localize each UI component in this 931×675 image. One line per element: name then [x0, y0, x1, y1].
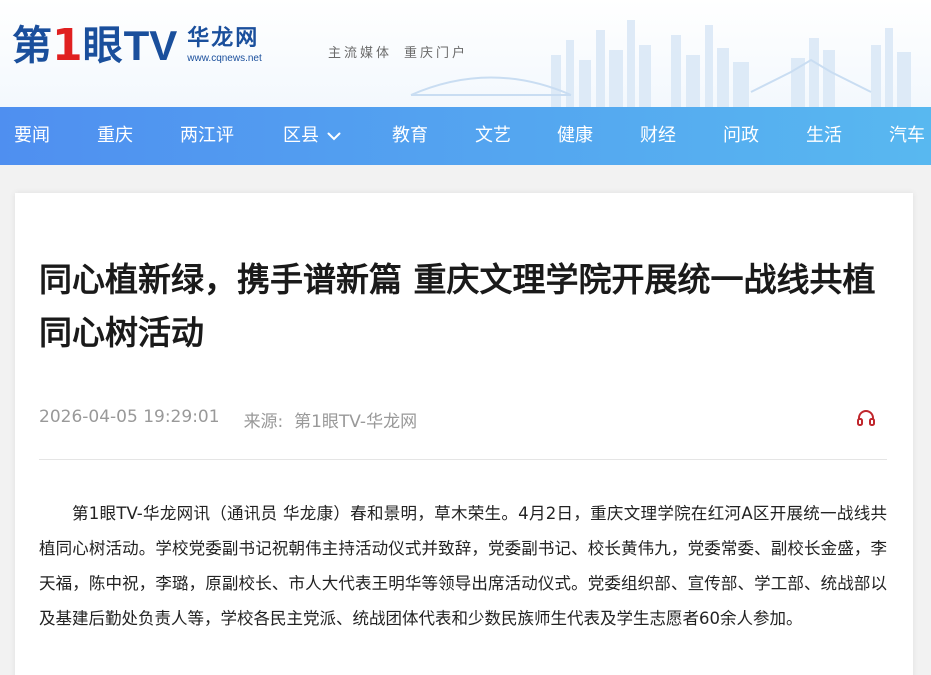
- site-name: 华龙网: [187, 26, 260, 51]
- site-slogan: 主流媒体 重庆门户: [328, 42, 468, 61]
- nav-item-quxian[interactable]: 区县: [283, 107, 341, 165]
- nav-item-label: 生活: [806, 125, 842, 146]
- nav-item-label: 重庆: [97, 125, 133, 146]
- headphones-icon[interactable]: [856, 408, 876, 428]
- nav-item-shenghuo[interactable]: 生活: [806, 107, 842, 165]
- nav-item-label: 两江评: [180, 125, 234, 146]
- nav-item-label: 问政: [723, 125, 759, 146]
- brand-prefix: 第: [12, 23, 52, 69]
- slogan-part: 主流媒体: [328, 46, 393, 61]
- article-title: 同心植新绿，携手谱新篇 重庆文理学院开展统一战线共植同心树活动: [39, 260, 876, 352]
- nav-item-label: 教育: [392, 125, 428, 146]
- nav-item-chongqing[interactable]: 重庆: [97, 107, 133, 165]
- nav-item-qiche[interactable]: 汽车: [889, 107, 925, 165]
- nav-item-yaowen[interactable]: 要闻: [14, 107, 50, 165]
- nav-item-caijing[interactable]: 财经: [640, 107, 676, 165]
- nav-item-label: 要闻: [14, 125, 50, 146]
- nav-item-jiankang[interactable]: 健康: [557, 107, 593, 165]
- site-header: 第 1 眼 TV 华龙网 www.cqnews.net 主流媒体 重庆门户: [0, 0, 931, 107]
- nav-item-label: 健康: [557, 125, 593, 146]
- nav-item-wenzheng[interactable]: 问政: [723, 107, 759, 165]
- article-datetime: 2026-04-05 19:29:01: [39, 407, 220, 427]
- brand-logo: 第 1 眼 TV: [12, 24, 177, 68]
- article-meta: 2026-04-05 19:29:01 来源: 第1眼TV-华龙网: [39, 407, 417, 432]
- brand-number: 1: [52, 20, 83, 71]
- article-card: 同心植新绿，携手谱新篇 重庆文理学院开展统一战线共植同心树活动 2026-04-…: [15, 193, 913, 675]
- nav-item-wenyi[interactable]: 文艺: [475, 107, 511, 165]
- meta-divider: [39, 459, 887, 460]
- site-url: www.cqnews.net: [187, 53, 262, 64]
- slogan-part: 重庆门户: [404, 46, 469, 61]
- chevron-down-icon: [327, 132, 341, 141]
- site-name-block: 华龙网 www.cqnews.net: [187, 28, 261, 64]
- article-source: 来源: 第1眼TV-华龙网: [243, 412, 418, 432]
- site-logo[interactable]: 第 1 眼 TV 华龙网 www.cqnews.net: [12, 18, 262, 74]
- nav-item-label: 文艺: [475, 125, 511, 146]
- nav-item-label: 汽车: [889, 125, 925, 146]
- nav-item-liangjiangping[interactable]: 两江评: [180, 107, 234, 165]
- brand-tv: TV: [123, 22, 178, 69]
- nav-item-jiaoyu[interactable]: 教育: [392, 107, 428, 165]
- brand-middle: 眼: [82, 23, 123, 69]
- main-nav: 要闻 重庆 两江评 区县 教育 文艺 健康 财经 问政 生活 汽车: [0, 107, 931, 165]
- nav-item-label: 财经: [640, 125, 676, 146]
- nav-item-label: 区县: [283, 125, 319, 146]
- article-paragraph: 第1眼TV-华龙网讯（通讯员 华龙康）春和景明，草木荣生。4月2日，重庆文理学院…: [39, 504, 887, 628]
